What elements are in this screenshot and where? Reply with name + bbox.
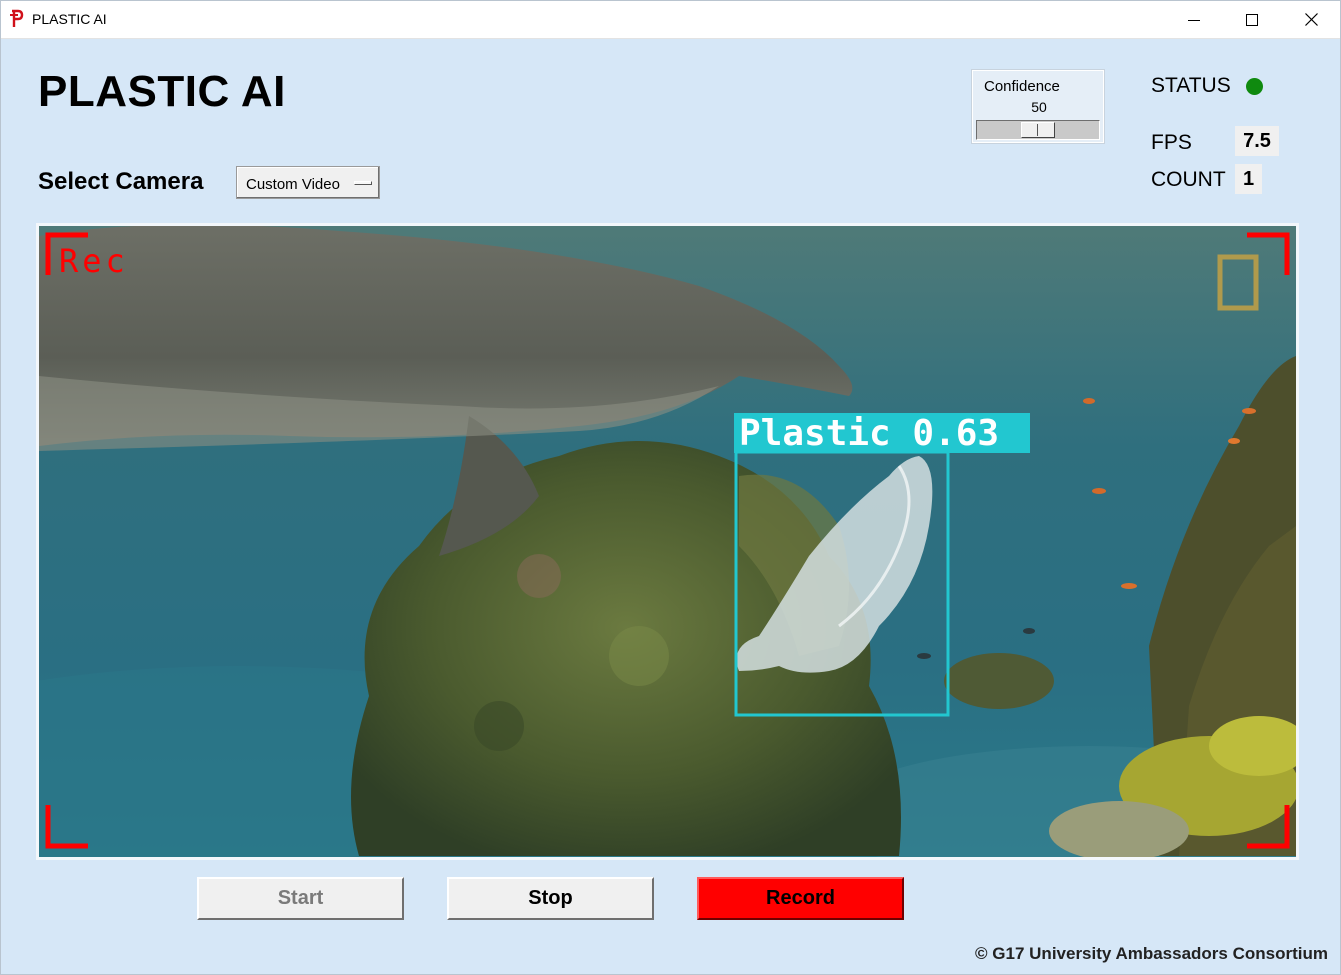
slider-grip-icon	[1037, 124, 1038, 136]
camera-select[interactable]: Custom Video	[236, 166, 380, 199]
video-feed: Plastic 0.63 Rec	[36, 223, 1299, 860]
option-menu-indicator-icon	[354, 181, 372, 185]
maximize-button[interactable]	[1223, 1, 1281, 38]
confidence-value: 50	[1031, 99, 1047, 115]
select-camera-label: Select Camera	[38, 168, 204, 195]
confidence-control: Confidence 50	[971, 69, 1105, 144]
fps-value: 7.5	[1235, 126, 1279, 156]
window-title: PLASTIC AI	[32, 11, 107, 27]
count-value: 1	[1235, 164, 1262, 194]
status-indicator-icon	[1246, 78, 1263, 95]
count-label: COUNT	[1151, 168, 1226, 191]
status-label: STATUS	[1151, 74, 1231, 97]
fps-label: FPS	[1151, 131, 1192, 154]
footer-copyright: © G17 University Ambassadors Consortium	[975, 944, 1328, 963]
confidence-slider-handle[interactable]	[1021, 122, 1055, 138]
app-window: PLASTIC AI PLASTIC AI Select Camera Cust…	[0, 0, 1341, 975]
minimize-button[interactable]	[1165, 1, 1223, 38]
start-button[interactable]: Start	[197, 877, 404, 920]
camera-select-value: Custom Video	[246, 176, 340, 193]
close-icon	[1304, 13, 1318, 26]
app-title: PLASTIC AI	[38, 67, 286, 116]
stop-button[interactable]: Stop	[447, 877, 654, 920]
video-image: Plastic 0.63 Rec	[39, 226, 1296, 857]
rec-indicator: Rec	[59, 242, 129, 280]
minimize-icon	[1188, 19, 1200, 21]
close-button[interactable]	[1282, 1, 1340, 38]
detection-label: Plastic 0.63	[739, 413, 999, 454]
confidence-label: Confidence	[984, 78, 1060, 95]
record-button[interactable]: Record	[697, 877, 904, 920]
maximize-icon	[1246, 13, 1258, 26]
title-bar[interactable]: PLASTIC AI	[1, 1, 1340, 39]
plastic-logo-icon	[10, 9, 24, 27]
confidence-slider[interactable]	[976, 120, 1100, 140]
